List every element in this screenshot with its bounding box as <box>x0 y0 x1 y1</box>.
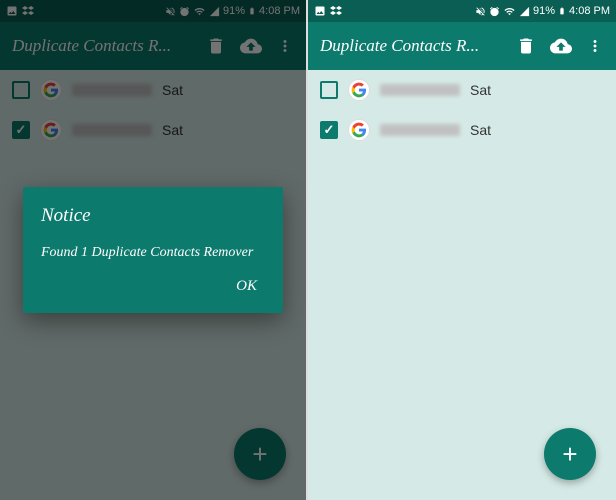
contact-day: Sat <box>470 82 491 98</box>
google-icon <box>348 79 370 101</box>
battery-percent: 91% <box>533 5 555 17</box>
alarm-icon <box>489 6 500 17</box>
dropbox-icon <box>330 5 342 17</box>
content-area: Sat Sat + <box>308 70 616 500</box>
signal-icon <box>519 6 530 17</box>
contact-name-blurred <box>380 124 460 136</box>
wifi-icon <box>503 6 516 17</box>
screen-right: 91% 4:08 PM Duplicate Contacts R... Sat <box>308 0 616 500</box>
more-icon[interactable] <box>586 36 604 56</box>
app-title: Duplicate Contacts R... <box>320 36 502 56</box>
contact-row[interactable]: Sat <box>308 110 616 150</box>
status-bar: 91% 4:08 PM <box>308 0 616 22</box>
cloud-upload-icon[interactable] <box>550 35 572 57</box>
dialog-message: Found 1 Duplicate Contacts Remover <box>41 243 265 263</box>
dialog-overlay: Notice Found 1 Duplicate Contacts Remove… <box>0 0 306 500</box>
image-icon <box>314 5 326 17</box>
checkbox-checked[interactable] <box>320 121 338 139</box>
contact-row[interactable]: Sat <box>308 70 616 110</box>
fab-add[interactable]: + <box>544 428 596 480</box>
contact-day: Sat <box>470 122 491 138</box>
notice-dialog: Notice Found 1 Duplicate Contacts Remove… <box>23 187 283 313</box>
delete-icon[interactable] <box>516 36 536 56</box>
dialog-ok-button[interactable]: OK <box>228 274 265 298</box>
google-icon <box>348 119 370 141</box>
battery-icon <box>558 5 566 17</box>
mute-icon <box>475 6 486 17</box>
dialog-title: Notice <box>41 205 265 227</box>
checkbox-unchecked[interactable] <box>320 81 338 99</box>
screen-left: 91% 4:08 PM Duplicate Contacts R... Sat <box>0 0 308 500</box>
clock-time: 4:08 PM <box>569 5 610 17</box>
contact-name-blurred <box>380 84 460 96</box>
app-bar: Duplicate Contacts R... <box>308 22 616 70</box>
